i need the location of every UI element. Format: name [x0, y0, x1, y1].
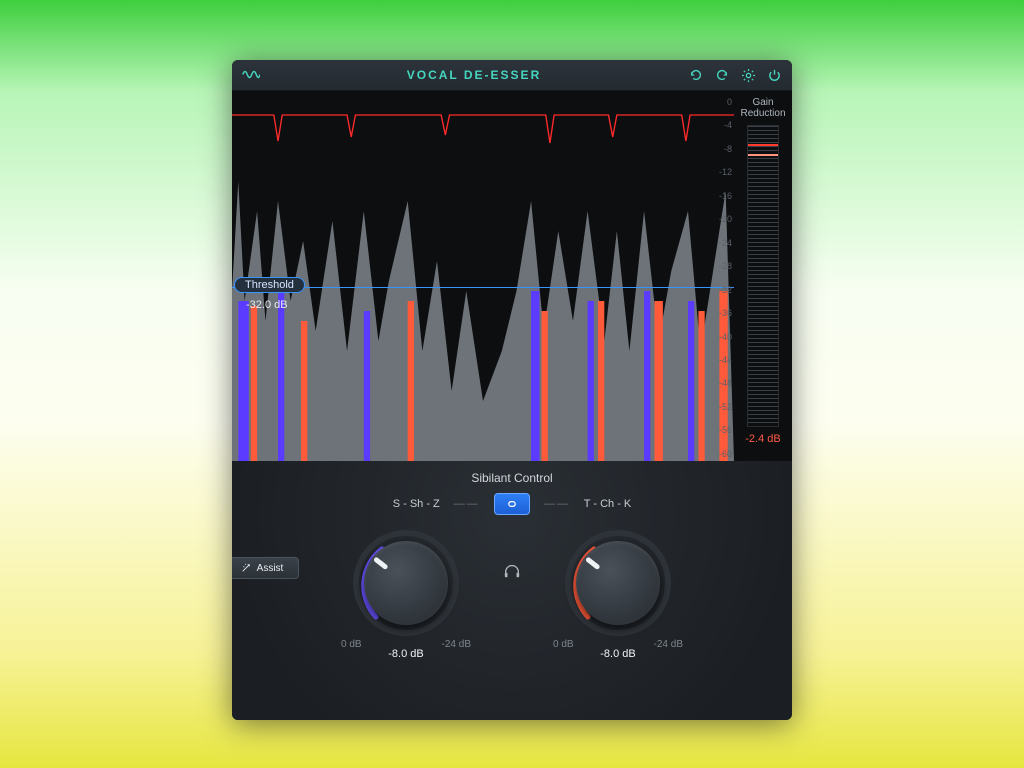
assist-label: Assist	[257, 563, 284, 574]
assist-button[interactable]: Assist	[232, 557, 299, 579]
gr-current-indicator	[748, 154, 778, 156]
section-label: Sibilant Control	[471, 471, 552, 485]
header-bar: VOCAL DE-ESSER	[232, 60, 792, 91]
link-button[interactable]	[494, 493, 530, 515]
knob-min: 0 dB	[553, 639, 574, 650]
dash-left: ——	[454, 498, 480, 510]
power-icon[interactable]	[766, 67, 782, 83]
knob-right-column: 0 dB -24 dB -8.0 dB	[553, 529, 683, 660]
dash-right: ——	[544, 498, 570, 510]
knob-min: 0 dB	[341, 639, 362, 650]
waveform-svg	[232, 91, 734, 461]
gain-reduction-label-1: Gain	[734, 97, 792, 108]
knob-left[interactable]	[352, 529, 460, 637]
plugin-title: VOCAL DE-ESSER	[260, 68, 688, 82]
redo-icon[interactable]	[714, 67, 730, 83]
wand-icon	[241, 563, 251, 573]
threshold-line[interactable]	[232, 287, 734, 288]
gain-reduction-label-2: Reduction	[734, 108, 792, 119]
undo-icon[interactable]	[688, 67, 704, 83]
group-left-label: S - Sh - Z	[393, 498, 440, 510]
gain-reduction-panel: Gain Reduction -2.4 dB	[734, 91, 792, 461]
gain-reduction-meter	[747, 125, 779, 427]
knob-right[interactable]	[564, 529, 672, 637]
knob-max: -24 dB	[442, 639, 471, 650]
controls-panel: Sibilant Control S - Sh - Z —— —— T - Ch…	[232, 461, 792, 720]
brand-logo-icon	[242, 66, 260, 85]
threshold-value: -32.0 dB	[246, 299, 288, 311]
link-icon	[504, 498, 520, 510]
sibilant-groups-row: S - Sh - Z —— —— T - Ch - K	[393, 493, 632, 515]
waveform-area[interactable]: Threshold -32.0 dB 0 -4 -8 -12 -16 -20 -…	[232, 91, 734, 461]
knob-max: -24 dB	[654, 639, 683, 650]
gear-icon[interactable]	[740, 67, 756, 83]
knob-right-value[interactable]: -8.0 dB	[600, 648, 635, 660]
plugin-window: VOCAL DE-ESSER	[232, 60, 792, 720]
waveform-display: Threshold -32.0 dB 0 -4 -8 -12 -16 -20 -…	[232, 91, 792, 461]
group-right-label: T - Ch - K	[584, 498, 631, 510]
knob-left-value[interactable]: -8.0 dB	[388, 648, 423, 660]
knob-left-column: 0 dB -24 dB -8.0 dB	[341, 529, 471, 660]
threshold-handle[interactable]: Threshold	[234, 277, 305, 293]
gain-reduction-value: -2.4 dB	[734, 433, 792, 445]
headphone-icon	[503, 563, 521, 579]
solo-headphone-button[interactable]	[497, 559, 527, 583]
gr-peak-indicator	[748, 144, 778, 146]
